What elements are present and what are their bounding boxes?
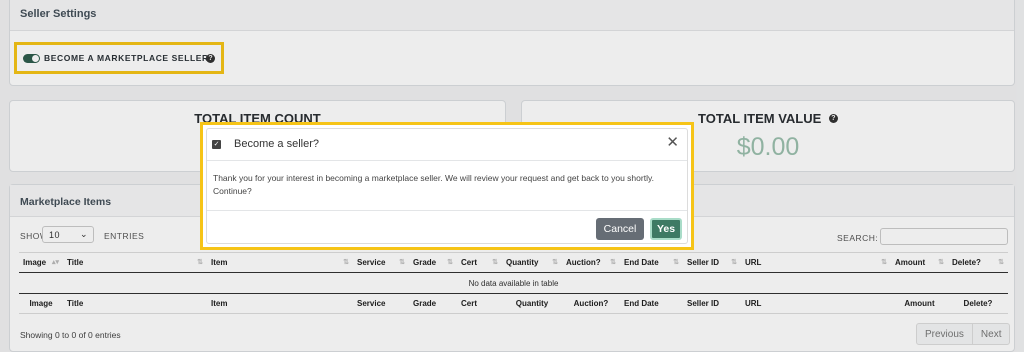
seller-dialog-header: ✓ Become a seller? ✕ [207,129,687,161]
close-icon[interactable]: ✕ [666,135,679,150]
cancel-button[interactable]: Cancel [596,218,644,240]
checkbox-icon: ✓ [212,140,221,149]
seller-dialog-footer: Cancel Yes [207,210,687,245]
yes-button[interactable]: Yes [650,218,682,240]
seller-dialog-highlight: ✓ Become a seller? ✕ Thank you for your … [200,122,694,250]
seller-dialog-message: Thank you for your interest in becoming … [213,173,654,196]
seller-dialog: ✓ Become a seller? ✕ Thank you for your … [206,128,688,244]
seller-dialog-title: Become a seller? [234,138,319,150]
